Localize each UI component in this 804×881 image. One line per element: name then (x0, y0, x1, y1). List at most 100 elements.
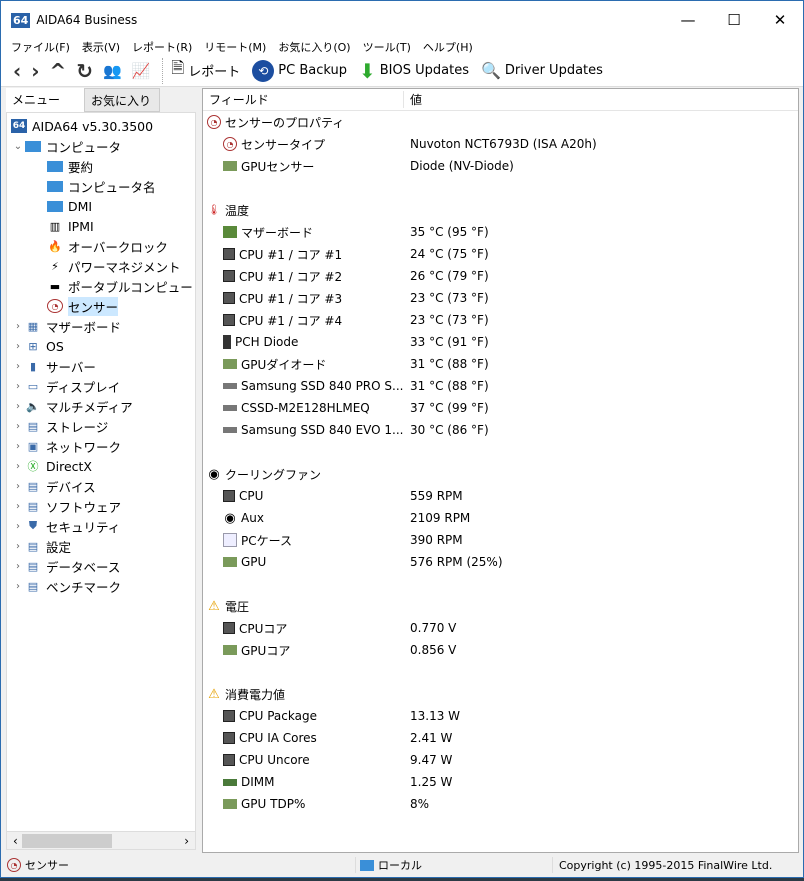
scroll-right-icon[interactable]: › (184, 834, 189, 848)
table-row[interactable]: CPU #1 / コア #1 24 °C (75 °F) (203, 243, 798, 265)
table-row[interactable]: Samsung SSD 840 EVO 1... 30 °C (86 °F) (203, 419, 798, 441)
table-row[interactable]: マザーボード 35 °C (95 °F) (203, 221, 798, 243)
expand-icon[interactable]: › (11, 441, 25, 452)
tree-node-icon: ⚡ (51, 259, 59, 273)
menu-item[interactable]: リモート(M) (204, 39, 266, 55)
table-row[interactable]: GPU TDP% 8% (203, 793, 798, 815)
status-bar: ◔ センサー ローカル Copyright (c) 1995-2015 Final… (1, 853, 803, 877)
menu-item[interactable]: ファイル(F) (11, 39, 70, 55)
tree-item[interactable]: ⌄ コンピュータ (7, 136, 195, 156)
tree-item[interactable]: › ▤ ベンチマーク (7, 576, 195, 596)
table-row[interactable]: CPU #1 / コア #4 23 °C (73 °F) (203, 309, 798, 331)
tree-item[interactable]: ⚡ パワーマネジメント (7, 256, 195, 276)
expand-icon[interactable]: › (11, 381, 25, 392)
expand-icon[interactable]: › (11, 501, 25, 512)
bios-updates-label: BIOS Updates (379, 63, 469, 78)
tree-item[interactable]: › ▦ マザーボード (7, 316, 195, 336)
menu-item[interactable]: レポート(R) (132, 39, 192, 55)
users-icon[interactable]: 👥 (103, 62, 122, 80)
close-button[interactable]: ✕ (757, 1, 803, 39)
table-row[interactable]: CPU IA Cores 2.41 W (203, 727, 798, 749)
table-row[interactable]: GPUダイオード 31 °C (88 °F) (203, 353, 798, 375)
tree-item[interactable]: › ▮ サーバー (7, 356, 195, 376)
table-row[interactable]: CPU Package 13.13 W (203, 705, 798, 727)
tree-item[interactable]: › ▤ 設定 (7, 536, 195, 556)
horizontal-scrollbar[interactable]: ‹ › (6, 832, 196, 850)
table-row[interactable]: PCH Diode 33 °C (91 °F) (203, 331, 798, 353)
tree-item[interactable]: › ▤ データベース (7, 556, 195, 576)
tree-item[interactable]: ▥ IPMI (7, 216, 195, 236)
table-row[interactable]: ◔ センサータイプ Nuvoton NCT6793D (ISA A20h) (203, 133, 798, 155)
table-row[interactable]: CPUコア 0.770 V (203, 617, 798, 639)
menu-item[interactable]: ツール(T) (363, 39, 411, 55)
maximize-button[interactable]: ☐ (711, 1, 757, 39)
pc-backup-button[interactable]: ⟲ PC Backup (252, 59, 347, 82)
table-row[interactable]: GPUセンサー Diode (NV-Diode) (203, 155, 798, 177)
table-row[interactable]: Samsung SSD 840 PRO S... 31 °C (88 °F) (203, 375, 798, 397)
table-row[interactable]: CPU #1 / コア #2 26 °C (79 °F) (203, 265, 798, 287)
expand-icon[interactable]: › (11, 321, 25, 332)
table-row[interactable]: GPU 576 RPM (25%) (203, 551, 798, 573)
menu-item[interactable]: ヘルプ(H) (423, 39, 473, 55)
expand-icon[interactable]: › (11, 421, 25, 432)
table-row[interactable]: PCケース 390 RPM (203, 529, 798, 551)
table-row[interactable]: GPUコア 0.856 V (203, 639, 798, 661)
tree-item[interactable]: › ▤ ストレージ (7, 416, 195, 436)
tree-item[interactable]: ▬ ポータブルコンピュー (7, 276, 195, 296)
up-icon[interactable]: ^ (50, 59, 67, 83)
tree-item[interactable]: › 🔈 マルチメディア (7, 396, 195, 416)
scrollbar-thumb[interactable] (21, 833, 112, 848)
toolbar-separator (162, 57, 164, 84)
expand-icon[interactable]: › (11, 521, 25, 532)
tree-item[interactable]: 🔥 オーバークロック (7, 236, 195, 256)
expand-icon[interactable]: › (11, 481, 25, 492)
table-row[interactable]: ◉ Aux 2109 RPM (203, 507, 798, 529)
tree-item[interactable]: › ▤ ソフトウェア (7, 496, 195, 516)
tree-node-icon: ▤ (27, 579, 39, 593)
tab-menu[interactable]: メニュー (6, 88, 84, 112)
section-title: 温度 (225, 203, 250, 218)
tree-item[interactable]: コンピュータ名 (7, 176, 195, 196)
menu-item[interactable]: お気に入り(O) (278, 39, 350, 55)
tree-item[interactable]: › ▣ ネットワーク (7, 436, 195, 456)
tree-item[interactable]: › ▭ ディスプレイ (7, 376, 195, 396)
tree-item[interactable]: DMI (7, 196, 195, 216)
table-row[interactable]: CSSD-M2E128HLMEQ 37 °C (99 °F) (203, 397, 798, 419)
expand-icon[interactable]: › (11, 341, 25, 352)
refresh-icon[interactable]: ↻ (76, 59, 93, 83)
minimize-button[interactable]: — (665, 1, 711, 39)
table-row[interactable]: CPU #1 / コア #3 23 °C (73 °F) (203, 287, 798, 309)
field-label: Samsung SSD 840 EVO 1... (241, 423, 404, 437)
table-row[interactable]: CPU 559 RPM (203, 485, 798, 507)
expand-icon[interactable]: › (11, 541, 25, 552)
tree-item[interactable]: › ▤ デバイス (7, 476, 195, 496)
tree-item[interactable]: › ⊞ OS (7, 336, 195, 356)
expand-icon[interactable]: › (11, 461, 25, 472)
cpu-chip-icon (223, 314, 235, 326)
expand-icon[interactable]: › (11, 561, 25, 572)
forward-icon[interactable]: › (31, 59, 39, 83)
tree-item[interactable]: › ⛊ セキュリティ (7, 516, 195, 536)
fan-icon: ◉ (224, 511, 236, 525)
report-button[interactable]: 🗎 レポート (171, 57, 240, 84)
tree-item[interactable]: 64 AIDA64 v5.30.3500 (7, 116, 195, 136)
expand-icon[interactable]: ⌄ (11, 141, 25, 152)
expand-icon[interactable]: › (11, 401, 25, 412)
driver-updates-button[interactable]: 🔍 Driver Updates (481, 61, 603, 80)
back-icon[interactable]: ‹ (13, 59, 21, 83)
bios-updates-button[interactable]: ⬇ BIOS Updates (359, 59, 469, 83)
menu-item[interactable]: 表示(V) (82, 39, 120, 55)
tree-item[interactable]: › Ⓧ DirectX (7, 456, 195, 476)
chart-icon[interactable]: 📈 (132, 62, 151, 80)
scroll-left-icon[interactable]: ‹ (13, 834, 18, 848)
expand-icon[interactable]: › (11, 581, 25, 592)
column-value[interactable]: 値 (404, 91, 422, 108)
expand-icon[interactable]: › (11, 361, 25, 372)
tree-node-icon: 🔥 (48, 239, 62, 253)
table-row[interactable]: DIMM 1.25 W (203, 771, 798, 793)
table-row[interactable]: CPU Uncore 9.47 W (203, 749, 798, 771)
tab-favorites[interactable]: お気に入り (84, 88, 160, 112)
tree-item[interactable]: 要約 (7, 156, 195, 176)
column-field[interactable]: フィールド (203, 91, 404, 108)
tree-item[interactable]: ◔ センサー (7, 296, 195, 316)
